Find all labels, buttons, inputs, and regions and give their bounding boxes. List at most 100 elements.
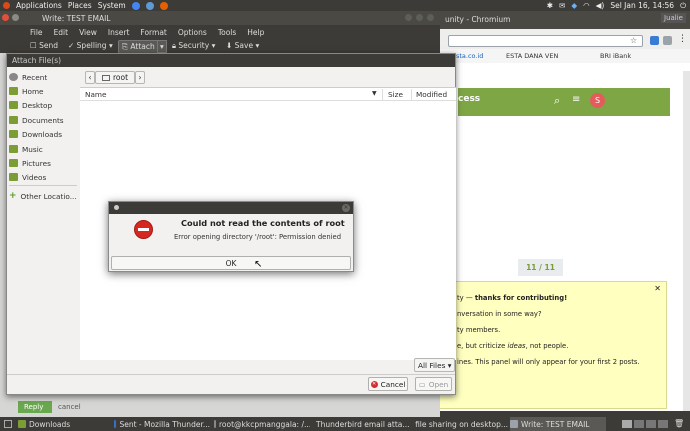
menu-options[interactable]: Options [178,28,207,39]
sidebar-item-other-locations[interactable]: + Other Locatio... [9,190,77,202]
minimize-window-icon-right[interactable] [416,14,423,21]
path-forward-icon[interactable]: › [135,71,145,84]
menu-dots-icon[interactable]: ⋮ [678,34,687,44]
path-button-root[interactable]: root [95,71,135,84]
firefox-launcher-icon[interactable] [159,1,168,10]
sidebar-item-pictures[interactable]: Pictures [9,157,51,169]
attach-button[interactable]: ⎘ Attach [118,40,159,54]
workspace-1[interactable] [622,420,632,428]
chrome-launcher-icon[interactable] [131,1,140,10]
sidebar-item-documents[interactable]: Documents [9,114,64,126]
close-icon[interactable]: ✕ [654,284,661,293]
sidebar-item-home[interactable]: Home [9,85,44,97]
system-menu[interactable]: System [98,1,126,10]
close-window-icon[interactable] [2,14,9,21]
volume-icon[interactable]: ◀) [596,1,605,10]
applications-menu[interactable]: Applications [16,1,62,10]
menu-view[interactable]: View [79,28,97,39]
hamburger-icon[interactable]: ≡ [572,94,580,105]
sidebar-item-music[interactable]: Music [9,143,43,155]
bluetooth-icon[interactable]: ✱ [547,1,553,10]
top-panel: Applications Places System ✱ ✉ ◆ ◠ ◀) Se… [0,0,690,11]
dialog-divider [7,374,455,375]
error-title: Could not read the contents of root [181,218,345,228]
trash-icon[interactable]: 🗑︎ [674,419,684,428]
bookmark-bri[interactable]: BRI iBank [600,52,631,60]
menu-edit[interactable]: Edit [54,28,69,39]
videos-folder-icon [9,173,18,181]
sidebar-item-videos[interactable]: Videos [9,171,46,183]
bookmark-esta[interactable]: sta.co.id [456,52,483,60]
cancel-icon: ✕ [370,380,378,388]
dialog-menu-icon[interactable] [114,205,119,210]
ok-button[interactable]: OK [111,256,351,270]
new-user-notice: ✕ ty — thanks for contributing! nversati… [437,281,667,409]
topic-pager[interactable]: 11 / 11 [518,259,563,276]
extension-icon-2[interactable] [663,36,672,45]
download-folder-icon [9,130,18,138]
page-scrollbar[interactable] [683,71,690,411]
sidebar-item-recent[interactable]: Recent [9,71,47,83]
column-modified[interactable]: Modified [416,90,447,99]
close-icon[interactable]: ✕ [342,204,350,212]
compose-menubar: File Edit View Insert Format Options Too… [0,25,440,39]
menu-help[interactable]: Help [247,28,264,39]
workspace-3[interactable] [646,420,656,428]
taskbar-item-write[interactable]: Write: TEST EMAIL [510,417,606,431]
path-bar: ‹ root › [85,71,145,84]
workspace-4[interactable] [658,420,668,428]
security-button[interactable]: 🔒︎ Security ▾ [172,41,215,51]
column-name[interactable]: Name [85,90,107,99]
avatar[interactable]: S [590,93,605,108]
close-window-icon-right[interactable] [405,14,412,21]
workspace-2[interactable] [634,420,644,428]
clock[interactable]: Sel Jan 16, 14:56 [610,1,674,10]
save-button[interactable]: ⬇ Save ▾ [226,41,259,50]
sidebar-item-downloads[interactable]: Downloads [9,128,62,140]
column-size[interactable]: Size [388,90,403,99]
chromium-title: unity - Chromium [440,11,690,29]
taskbar-item-file-sharing[interactable]: file sharing on desktop... [412,417,508,431]
notice-line-5: ines. This panel will only appear for yo… [457,358,640,366]
dropbox-icon[interactable]: ◆ [571,1,577,10]
reply-button[interactable]: Reply [18,401,52,413]
search-icon[interactable]: ⌕ [554,94,560,108]
sidebar-divider [9,185,77,186]
menu-file[interactable]: File [30,28,43,39]
bookmark-star-icon[interactable]: ☆ [630,36,637,45]
power-icon[interactable]: ⏻ [680,1,686,11]
music-folder-icon [9,145,18,153]
cancel-button[interactable]: ✕ Cancel [368,377,408,391]
ubuntu-logo-icon[interactable] [3,2,10,9]
menu-tools[interactable]: Tools [218,28,236,39]
window-controls-right [405,14,434,21]
minimize-window-icon[interactable] [12,14,19,21]
address-bar[interactable] [448,35,643,47]
taskbar-item-terminal[interactable]: root@kkcpmanggala: /... [214,417,310,431]
show-desktop-icon[interactable] [4,420,12,428]
taskbar-item-downloads[interactable]: Downloads [18,417,110,431]
terminal-icon [214,420,216,428]
clock-icon [9,73,18,81]
cancel-link[interactable]: cancel [58,403,81,411]
attach-dropdown-icon[interactable]: ▾ [157,40,167,53]
places-menu[interactable]: Places [68,1,92,10]
file-type-filter[interactable]: All Files ▾ [414,358,455,372]
menu-insert[interactable]: Insert [108,28,130,39]
maximize-window-icon-right[interactable] [427,14,434,21]
open-button[interactable]: ▭ Open [415,377,452,391]
drive-icon [101,74,110,81]
chromium-launcher-icon[interactable] [145,1,154,10]
bookmark-esta-dana[interactable]: ESTA DANA VEN [506,52,558,60]
spelling-button[interactable]: ✓ Spelling ▾ [68,41,113,50]
folder-icon [9,101,18,109]
wifi-icon[interactable]: ◠ [583,1,590,10]
taskbar-item-thunderbird-attach[interactable]: Thunderbird email atta... [313,417,409,431]
send-button[interactable]: ☐ Send [30,41,58,50]
mail-icon[interactable]: ✉ [559,1,565,10]
taskbar-item-sent[interactable]: Sent - Mozilla Thunder... [114,417,210,431]
extension-icon[interactable] [650,36,659,45]
path-back-icon[interactable]: ‹ [85,71,95,84]
sidebar-item-desktop[interactable]: Desktop [9,99,52,111]
menu-format[interactable]: Format [140,28,166,39]
